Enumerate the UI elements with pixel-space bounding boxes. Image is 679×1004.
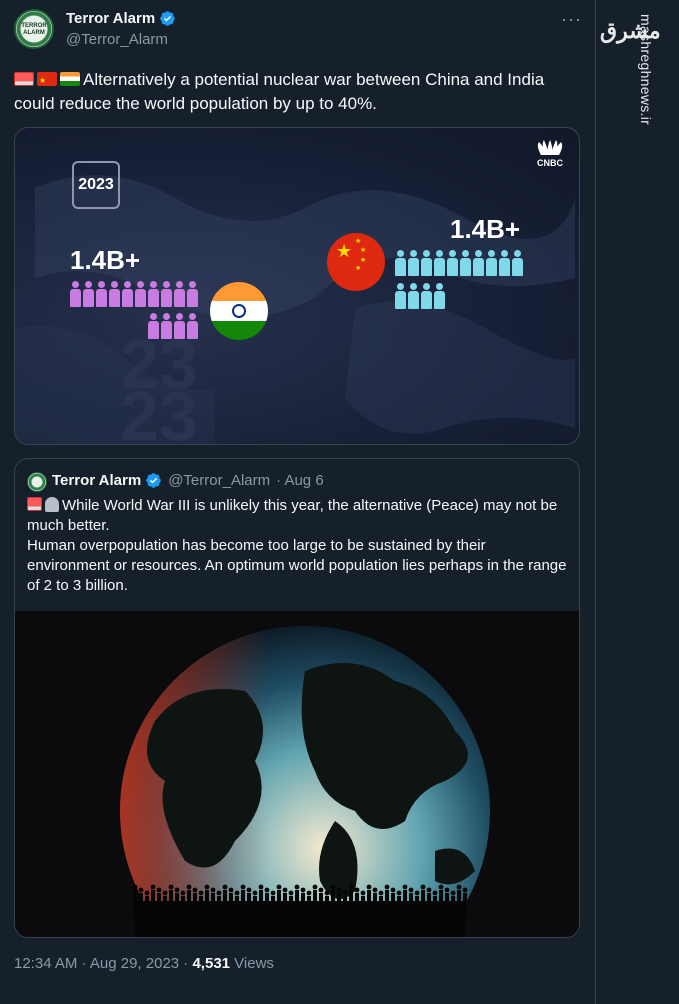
quote-author-handle[interactable]: @Terror_Alarm: [168, 472, 270, 489]
author-avatar[interactable]: TERROR ALARM: [14, 9, 54, 49]
india-people-row: [148, 313, 198, 339]
tweet-footer: 12:34 AM · Aug 29, 2023 · 4,531 Views: [14, 955, 274, 972]
author-name-row: Terror Alarm: [66, 10, 176, 27]
person-icon: [122, 281, 133, 307]
views-count: 4,531: [192, 955, 231, 972]
person-icon: [499, 250, 510, 276]
background-numbers: 23 23: [120, 329, 198, 445]
person-icon: [70, 281, 81, 307]
tweet-media-image[interactable]: 23 23 CNBC 2023 1.4B+ ★ ★ ★ ★ ★ 1.4B+: [14, 127, 580, 445]
quote-date[interactable]: · Aug 6: [276, 472, 324, 489]
tweet-timestamp[interactable]: 12:34 AM · Aug 29, 2023 ·: [14, 955, 192, 972]
china-people-row: [395, 283, 445, 309]
watermark-strip: [597, 0, 679, 1004]
quote-line-1: While World War III is unlikely this yea…: [27, 497, 558, 534]
peacock-icon: [537, 140, 563, 155]
siren-icon: [14, 72, 34, 86]
tweet-text: Alternatively a potential nuclear war be…: [14, 68, 584, 116]
quote-text: While World War III is unlikely this yea…: [27, 496, 567, 596]
quote-author-avatar[interactable]: [27, 472, 47, 492]
person-icon: [161, 281, 172, 307]
person-icon: [174, 313, 185, 339]
person-icon: [395, 283, 406, 309]
tweet-article: TERROR ALARM Terror Alarm @Terror_Alarm …: [0, 0, 596, 1004]
verified-badge-icon: [160, 11, 175, 26]
person-icon: [161, 313, 172, 339]
tombstone-icon: [45, 497, 59, 512]
person-icon: [408, 250, 419, 276]
person-icon: [447, 250, 458, 276]
quote-line-2: Human overpopulation has become too larg…: [27, 537, 567, 594]
person-icon: [421, 250, 432, 276]
india-flag-icon: [60, 72, 80, 86]
person-icon: [486, 250, 497, 276]
person-icon: [187, 313, 198, 339]
person-icon: [83, 281, 94, 307]
person-icon: [512, 250, 523, 276]
year-badge: 2023: [72, 161, 120, 209]
china-flag-icon: [37, 69, 57, 93]
quote-media-image[interactable]: [15, 611, 579, 937]
person-icon: [434, 250, 445, 276]
views-label: Views: [230, 955, 274, 972]
person-icon: [174, 281, 185, 307]
watermark-site: mashreghnews.ir: [638, 14, 654, 126]
person-icon: [148, 281, 159, 307]
person-icon: [395, 250, 406, 276]
cnbc-label: CNBC: [537, 158, 563, 168]
verified-badge-icon: [146, 473, 161, 488]
china-population-label: 1.4B+: [450, 214, 521, 244]
ghost-number: 23: [120, 377, 198, 445]
tweet-body: Alternatively a potential nuclear war be…: [14, 70, 545, 113]
quoted-tweet[interactable]: Terror Alarm @Terror_Alarm · Aug 6 While…: [14, 458, 580, 938]
china-people-row: [395, 250, 523, 276]
person-icon: [148, 313, 159, 339]
quote-header: Terror Alarm @Terror_Alarm · Aug 6: [52, 472, 324, 489]
avatar-text: TERROR ALARM: [21, 23, 47, 36]
india-flag-icon: [210, 282, 268, 340]
person-icon: [473, 250, 484, 276]
siren-icon: [27, 497, 42, 511]
person-icon: [109, 281, 120, 307]
person-icon: [434, 283, 445, 309]
author-handle[interactable]: @Terror_Alarm: [66, 31, 168, 48]
author-name[interactable]: Terror Alarm: [66, 10, 155, 27]
person-icon: [187, 281, 198, 307]
person-icon: [135, 281, 146, 307]
person-icon: [408, 283, 419, 309]
globe-illustration: [15, 611, 579, 937]
china-flag-icon: ★ ★ ★ ★ ★: [327, 233, 385, 291]
india-people-row: [70, 281, 198, 307]
more-options-icon[interactable]: ···: [561, 9, 582, 30]
quote-author-name[interactable]: Terror Alarm: [52, 472, 141, 489]
india-population-label: 1.4B+: [70, 245, 141, 275]
cnbc-logo: CNBC: [530, 140, 570, 168]
person-icon: [460, 250, 471, 276]
person-icon: [421, 283, 432, 309]
person-icon: [96, 281, 107, 307]
